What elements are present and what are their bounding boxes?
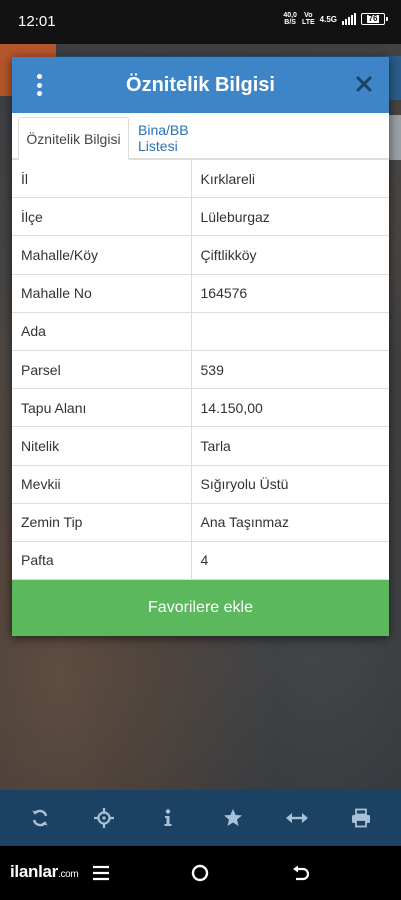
refresh-button[interactable]: [24, 802, 56, 834]
map-side-control[interactable]: [387, 115, 401, 160]
info-icon: [164, 809, 172, 826]
attr-value: Lüleburgaz: [190, 197, 389, 237]
table-row: Pafta 4: [12, 540, 389, 581]
attr-value: Tarla: [190, 426, 389, 466]
info-button[interactable]: [152, 802, 184, 834]
attr-value: 164576: [190, 273, 389, 313]
table-row: Tapu Alanı 14.150,00: [12, 388, 389, 428]
close-icon[interactable]: [353, 73, 375, 95]
attr-value: 4: [190, 540, 389, 581]
attr-key: Mahalle/Köy: [12, 235, 192, 275]
status-time: 12:01: [18, 13, 56, 30]
table-row: İlçe Lüleburgaz: [12, 197, 389, 237]
attr-key: Pafta: [12, 540, 192, 581]
battery-icon: 76: [361, 13, 388, 25]
volte-indicator: Vo LTE: [301, 12, 315, 26]
attr-value: 14.150,00: [190, 388, 389, 428]
star-icon: [223, 809, 242, 826]
map-toolbar: [0, 790, 401, 846]
attr-value: Sığıryolu Üstü: [190, 464, 389, 504]
attr-value: Çiftlikköy: [190, 235, 389, 275]
attr-key: Tapu Alanı: [12, 388, 192, 428]
print-button[interactable]: [345, 802, 377, 834]
attr-value: Ana Taşınmaz: [190, 502, 389, 542]
locate-button[interactable]: [88, 802, 120, 834]
status-indicators: 40,0 B/S Vo LTE 4.5G 76: [283, 12, 388, 26]
attr-value: 539: [190, 349, 389, 390]
table-row: Mevkii Sığıryolu Üstü: [12, 464, 389, 504]
tab-building-list[interactable]: Bina/BB Listesi: [138, 117, 230, 159]
attr-value: [190, 311, 389, 351]
attr-key: İlçe: [12, 197, 192, 237]
attr-key: Nitelik: [12, 426, 192, 466]
brand-watermark: ilanlar.com: [10, 862, 79, 881]
attr-key: Zemin Tip: [12, 502, 192, 542]
back-icon[interactable]: [287, 860, 313, 886]
network-speed: 40,0 B/S: [283, 12, 297, 26]
table-row: Zemin Tip Ana Taşınmaz: [12, 502, 389, 542]
attr-key: Parsel: [12, 349, 192, 390]
network-type: 4.5G: [319, 14, 337, 24]
status-bar: 12:01 40,0 B/S Vo LTE 4.5G 76: [0, 0, 401, 44]
dialog-title: Öznitelik Bilgisi: [126, 73, 275, 96]
measure-icon: [285, 813, 308, 823]
crosshair-icon: [94, 808, 115, 828]
dialog-header: Öznitelik Bilgisi: [12, 57, 389, 113]
table-row: Mahalle No 164576: [12, 273, 389, 313]
system-nav-bar: ilanlar.com: [0, 846, 401, 900]
print-icon: [351, 808, 370, 828]
more-options-icon[interactable]: [30, 74, 48, 96]
home-icon[interactable]: [187, 860, 213, 886]
attribute-table: İl Kırklareli İlçe Lüleburgaz Mahalle/Köy Ç…: [12, 158, 389, 581]
table-row: Parsel 539: [12, 349, 389, 390]
battery-level: 76: [366, 14, 380, 23]
attr-key: Ada: [12, 311, 192, 351]
attribute-dialog: Öznitelik Bilgisi Öznitelik Bilgisi Bina…: [12, 57, 389, 636]
signal-icon: [342, 13, 356, 25]
measure-button[interactable]: [281, 802, 313, 834]
attr-value: Kırklareli: [190, 158, 389, 199]
add-favorite-button[interactable]: Favorilere ekle: [12, 580, 389, 636]
favorites-button[interactable]: [217, 802, 249, 834]
menu-icon[interactable]: [88, 860, 114, 886]
table-row: Nitelik Tarla: [12, 426, 389, 466]
tab-attribute-info[interactable]: Öznitelik Bilgisi: [18, 117, 129, 160]
table-row: Ada: [12, 311, 389, 351]
refresh-icon: [32, 809, 48, 827]
table-row: Mahalle/Köy Çiftlikköy: [12, 235, 389, 275]
attr-key: Mevkii: [12, 464, 192, 504]
dialog-tabs: Öznitelik Bilgisi Bina/BB Listesi: [12, 113, 389, 160]
table-row: İl Kırklareli: [12, 158, 389, 199]
attr-key: Mahalle No: [12, 273, 192, 313]
attr-key: İl: [12, 158, 192, 199]
